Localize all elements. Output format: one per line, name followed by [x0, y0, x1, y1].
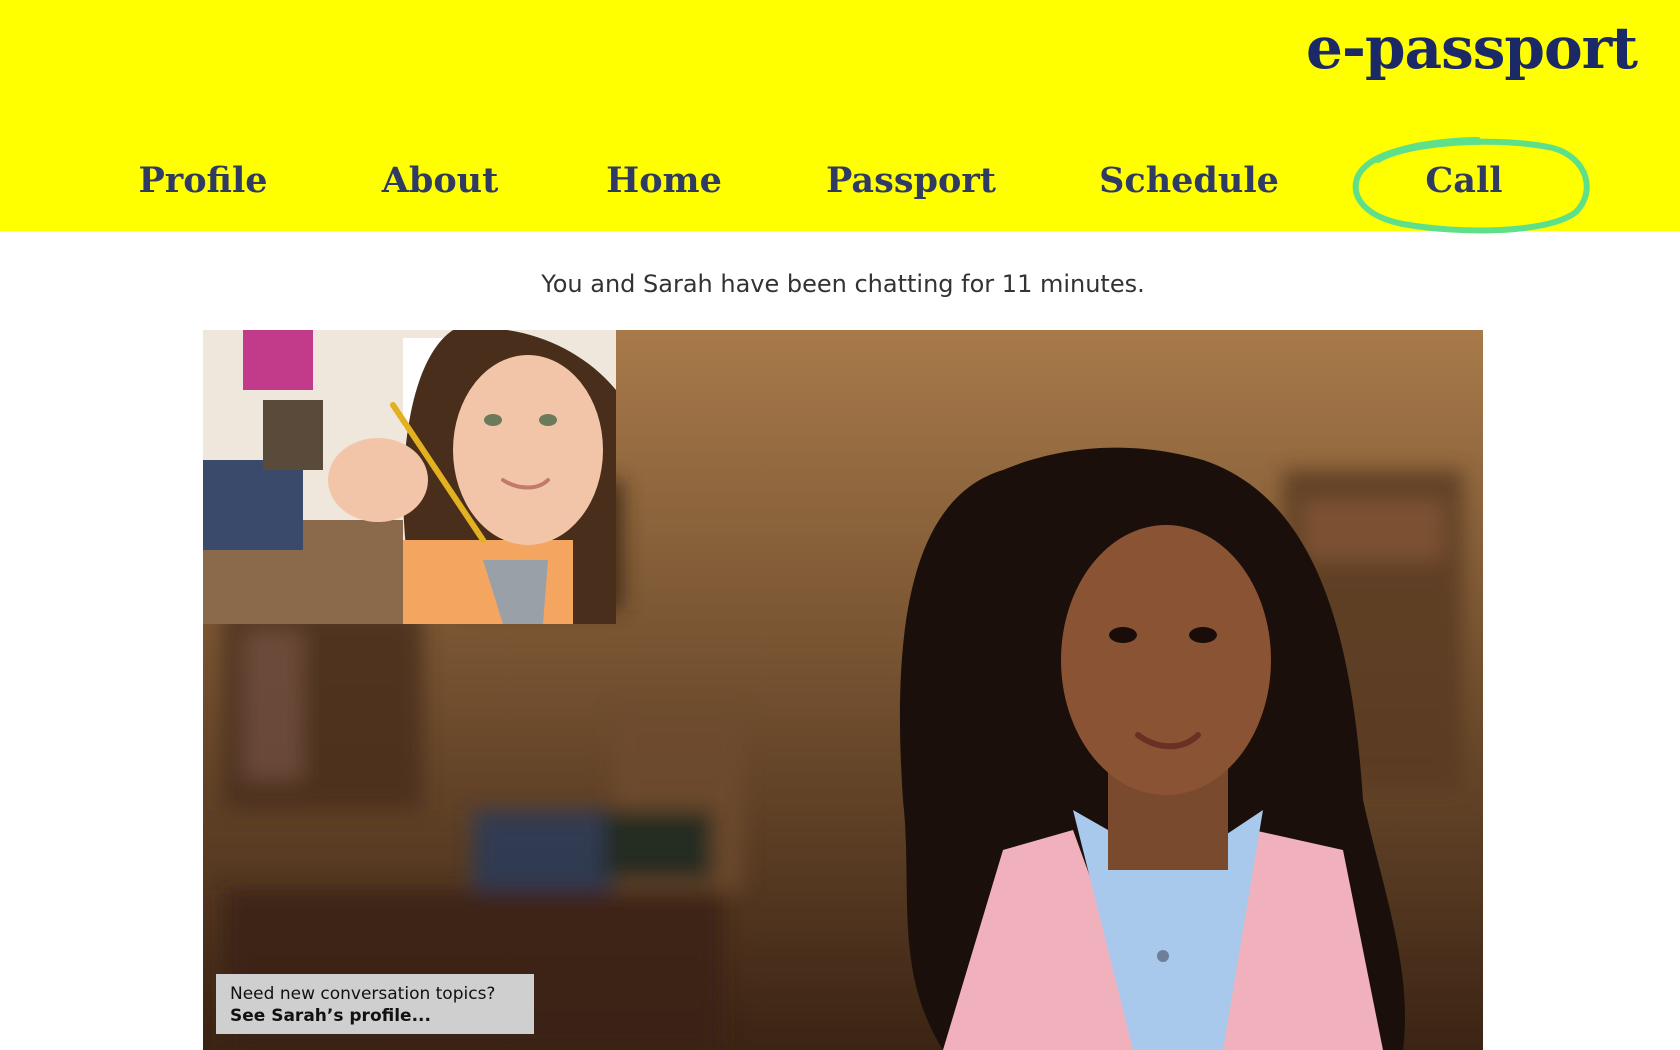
- nav-about[interactable]: About: [382, 158, 499, 204]
- nav-profile[interactable]: Profile: [138, 158, 267, 204]
- conversation-topics-tip[interactable]: Need new conversation topics? See Sarah’…: [216, 974, 534, 1034]
- tip-profile-link[interactable]: See Sarah’s profile...: [230, 1005, 520, 1027]
- nav-passport[interactable]: Passport: [826, 158, 996, 204]
- nav-call[interactable]: Call: [1425, 158, 1502, 204]
- self-view-video[interactable]: [203, 330, 616, 624]
- logo[interactable]: e-passport: [1306, 14, 1638, 82]
- nav-home[interactable]: Home: [606, 158, 722, 204]
- self-view-frame: [203, 330, 616, 624]
- nav-schedule[interactable]: Schedule: [1099, 158, 1279, 204]
- call-duration-status: You and Sarah have been chatting for 11 …: [541, 270, 1145, 298]
- site-header: e-passport Profile About Home Passport S…: [0, 0, 1680, 234]
- tip-question: Need new conversation topics?: [230, 984, 496, 1004]
